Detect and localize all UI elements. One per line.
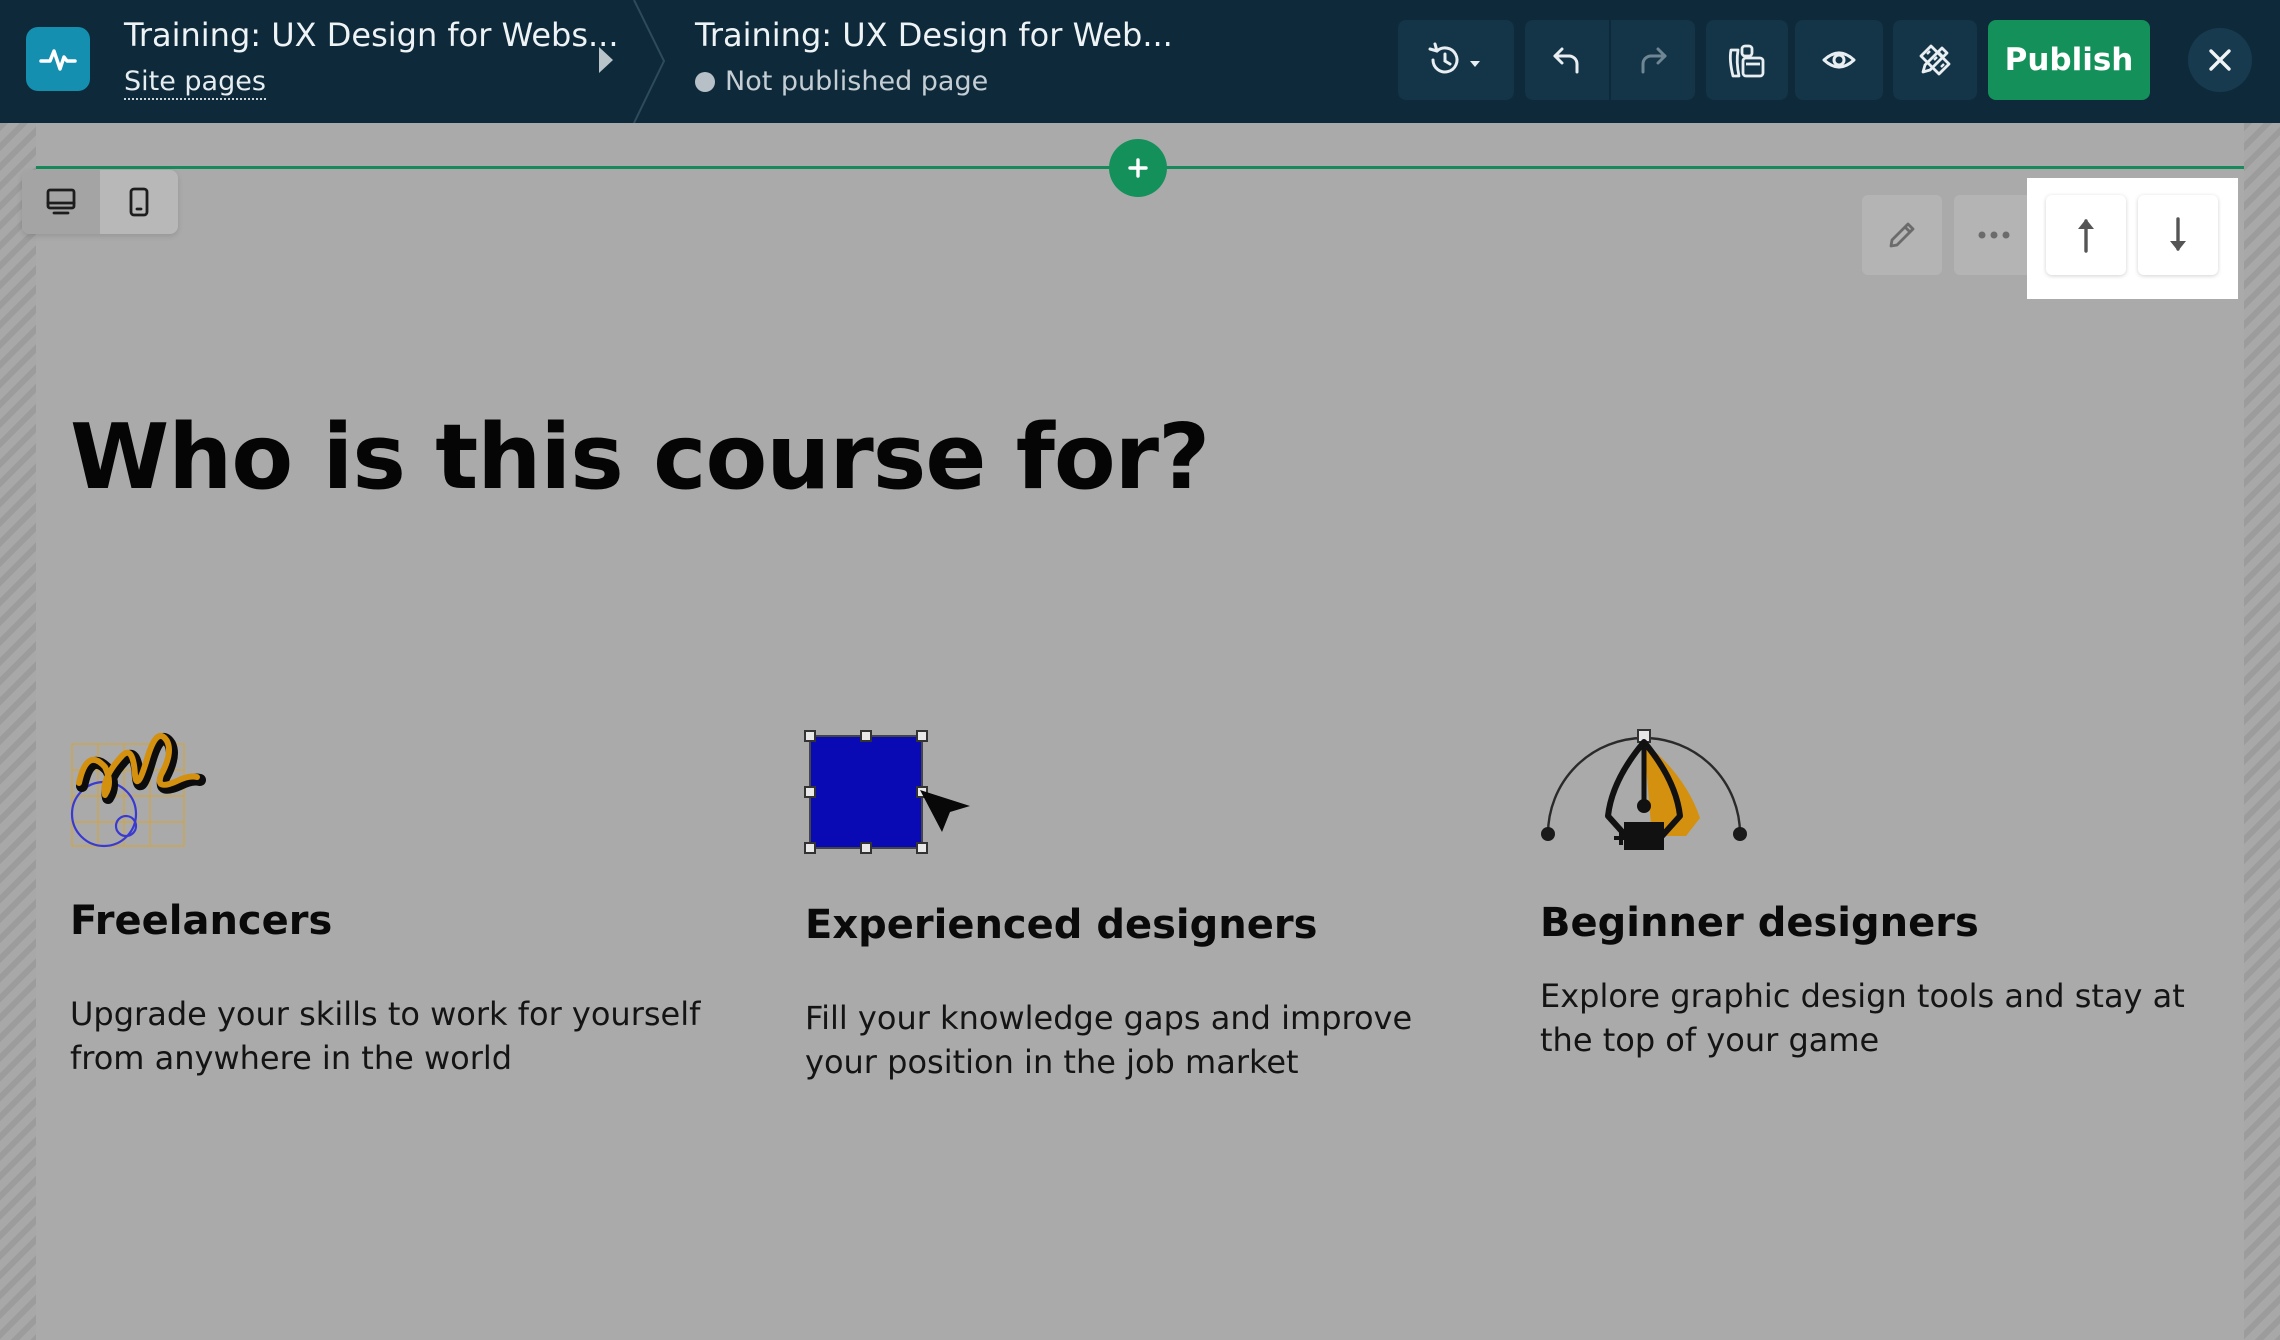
mobile-view-button[interactable] [100, 170, 178, 234]
breadcrumb-separator [633, 0, 666, 123]
card-title-experienced: Experienced designers [805, 902, 1318, 948]
device-switcher [22, 170, 178, 234]
desktop-icon [46, 188, 76, 215]
status-dot [695, 71, 715, 92]
canvas-margin-right [2244, 123, 2280, 1340]
page-title: Training: UX Design for Web... [695, 16, 1173, 54]
arrow-up-icon [2078, 219, 2094, 253]
design-settings-button[interactable] [1893, 20, 1977, 100]
site-pages-link[interactable]: Site pages [124, 66, 266, 100]
canvas-margin-left [0, 123, 36, 1340]
card-text-experienced: Fill your knowledge gaps and improve you… [805, 999, 1413, 1081]
edit-block-button[interactable] [1862, 195, 1942, 275]
page-status: Not published page [695, 66, 988, 97]
close-editor-button[interactable] [2188, 28, 2252, 92]
history-button[interactable] [1398, 20, 1514, 100]
plus-icon [1128, 158, 1148, 178]
scribble-grid-icon [70, 733, 206, 848]
card-title-beginner: Beginner designers [1540, 900, 1979, 946]
app-logo[interactable] [26, 27, 90, 91]
move-block-up-button[interactable] [2046, 195, 2126, 275]
move-block-down-button[interactable] [2138, 195, 2218, 275]
more-dots-icon [1978, 231, 2010, 239]
breadcrumb-arrow-icon[interactable] [596, 45, 616, 75]
preview-button[interactable] [1795, 20, 1883, 100]
undo-icon [1553, 47, 1579, 74]
undo-button[interactable] [1525, 20, 1609, 100]
blocks-library-icon [1728, 44, 1765, 78]
arrow-down-icon [2170, 217, 2186, 251]
card-text-freelancers: Upgrade your skills to work for yourself… [70, 995, 701, 1077]
redo-button[interactable] [1611, 20, 1695, 100]
more-options-button[interactable] [1954, 195, 2034, 275]
mobile-icon [129, 187, 149, 217]
publish-button[interactable]: Publish [1988, 20, 2150, 100]
page-status-label: Not published page [725, 66, 989, 97]
redo-icon [1641, 47, 1667, 74]
card-title-freelancers: Freelancers [70, 898, 333, 944]
content-block[interactable] [36, 123, 2244, 1340]
editor-topbar: Training: UX Design for Webs... Site pag… [0, 0, 2280, 123]
site-title: Training: UX Design for Webs... [124, 16, 619, 54]
pulse-logo-icon [39, 49, 77, 71]
add-block-button[interactable] [1109, 139, 1167, 197]
pen-tool-icon [1541, 729, 1747, 850]
section-heading: Who is this course for? [70, 405, 1210, 510]
pencil-icon [1889, 222, 1915, 248]
design-tools-icon [1919, 44, 1951, 76]
card-text-beginner: Explore graphic design tools and stay at… [1540, 977, 2185, 1059]
desktop-view-button[interactable] [22, 170, 100, 234]
selected-square-cursor-icon [804, 730, 970, 854]
history-icon [1428, 42, 1480, 74]
blocks-library-button[interactable] [1706, 20, 1788, 100]
eye-icon [1822, 51, 1856, 69]
close-icon [2209, 49, 2231, 71]
